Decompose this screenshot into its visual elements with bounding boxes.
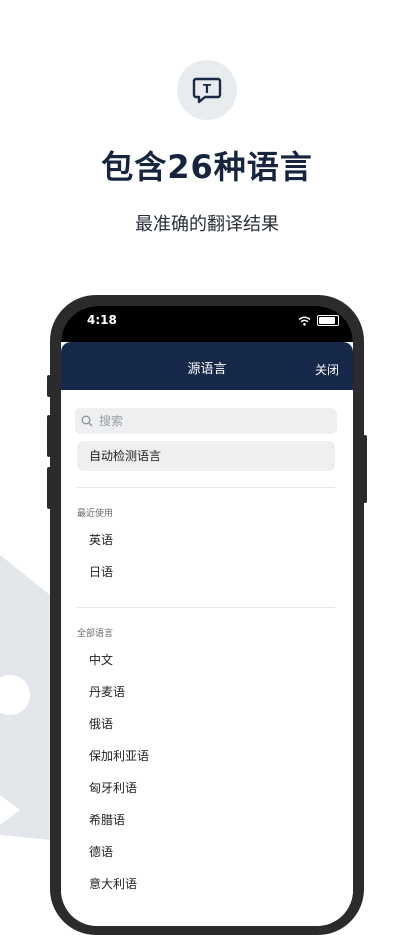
svg-text:T: T [203, 82, 212, 96]
language-item-german[interactable]: 德语 [89, 842, 329, 862]
language-item-russian[interactable]: 俄语 [89, 714, 329, 734]
search-icon [81, 415, 93, 427]
language-item-japanese[interactable]: 日语 [89, 562, 329, 582]
divider [77, 607, 335, 608]
language-item-chinese[interactable]: 中文 [89, 650, 329, 670]
hero-title: 包含26种语言 [101, 148, 313, 186]
divider [77, 487, 335, 488]
language-item-greek[interactable]: 希腊语 [89, 810, 329, 830]
auto-detect-option[interactable]: 自动检测语言 [77, 441, 335, 471]
wifi-icon [298, 316, 311, 326]
language-item-italian[interactable]: 意大利语 [89, 874, 329, 894]
status-time: 4:18 [87, 313, 117, 327]
navbar: 源语言 关闭 [61, 342, 353, 390]
status-bar: 4:18 [61, 306, 353, 342]
notch [131, 306, 283, 328]
search-input[interactable] [97, 413, 321, 429]
language-item-english[interactable]: 英语 [89, 530, 329, 550]
phone-screen: 4:18 源语言 关闭 自动检 [61, 306, 353, 926]
search-field[interactable] [75, 408, 337, 434]
all-section-header: 全部语言 [77, 629, 114, 639]
language-item-hungarian[interactable]: 匈牙利语 [89, 778, 329, 798]
language-list: 自动检测语言 最近使用 英语 日语 全部语言 中文 丹麦语 俄语 保加利亚语 匈… [61, 390, 353, 926]
translate-bubble-icon: T [177, 60, 237, 120]
power-button [363, 435, 367, 503]
volume-down-button [47, 467, 51, 509]
hero-subtitle: 最准确的翻译结果 [135, 214, 279, 235]
language-item-bulgarian[interactable]: 保加利亚语 [89, 746, 329, 766]
battery-icon [317, 315, 339, 326]
recent-section-header: 最近使用 [77, 509, 114, 519]
side-button [47, 375, 51, 397]
background-decoration [0, 555, 50, 840]
phone-frame: 4:18 源语言 关闭 自动检 [47, 295, 367, 935]
language-item-danish[interactable]: 丹麦语 [89, 682, 329, 702]
volume-up-button [47, 415, 51, 457]
